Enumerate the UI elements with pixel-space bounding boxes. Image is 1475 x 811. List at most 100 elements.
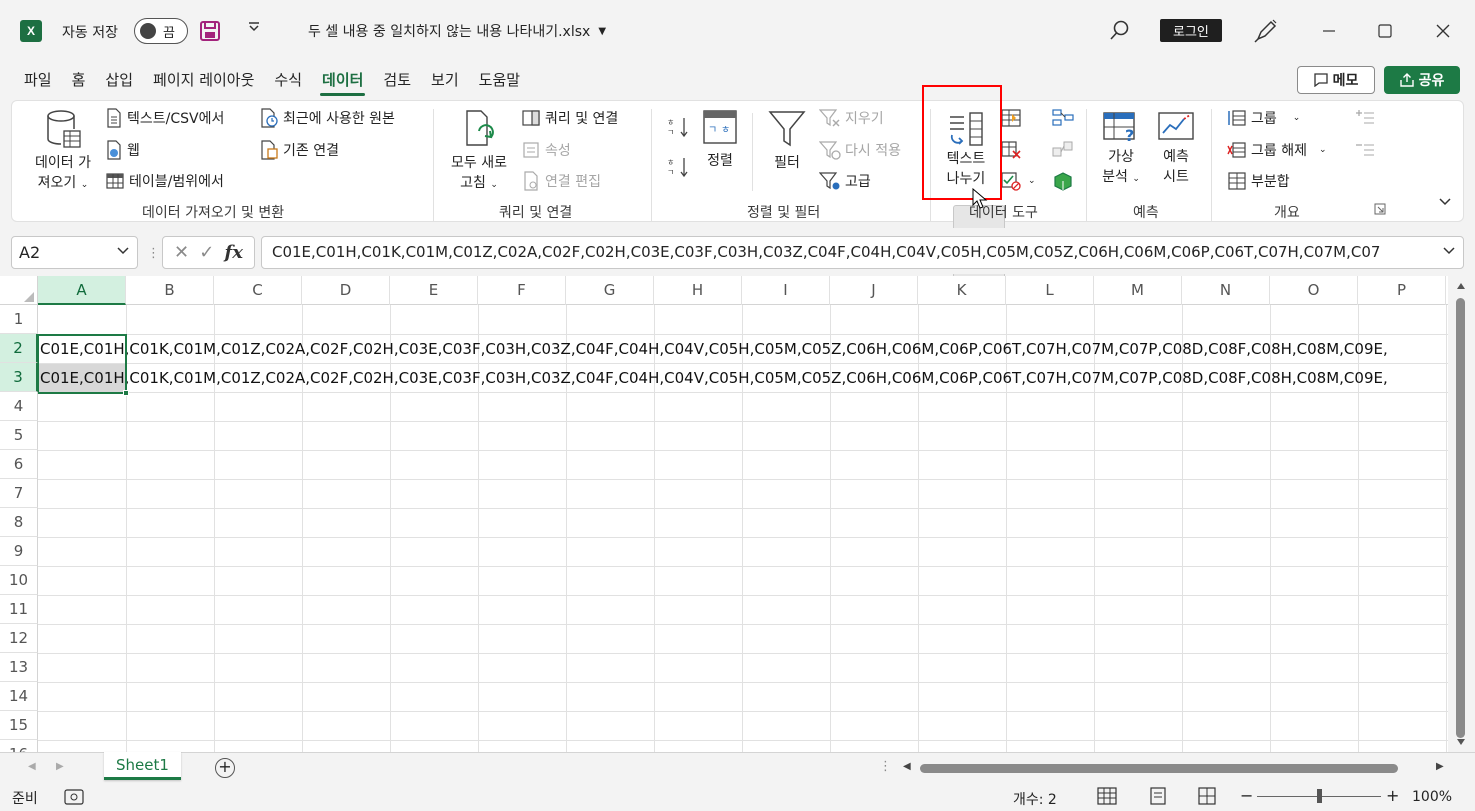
column-header-l[interactable]: L	[1006, 276, 1094, 305]
forecast-sheet-button[interactable]: 예측 시트	[1154, 109, 1198, 187]
existing-connections-button[interactable]: 기존 연결	[259, 140, 339, 160]
row-header-1[interactable]: 1	[0, 305, 38, 334]
cell-a2[interactable]: C01E,C01H,C01K,C01M,C01Z,C02A,C02F,C02H,…	[40, 335, 1388, 364]
memo-button[interactable]: 메모	[1297, 66, 1375, 94]
normal-view-icon[interactable]	[1097, 787, 1117, 805]
tab-page-layout[interactable]: 페이지 레이아웃	[143, 66, 264, 96]
column-header-d[interactable]: D	[302, 276, 390, 305]
queries-connections-button[interactable]: 쿼리 및 연결	[521, 108, 618, 128]
row-header-3[interactable]: 3	[0, 363, 38, 392]
row-header-16[interactable]: 16	[0, 740, 38, 752]
column-header-a[interactable]: A	[38, 276, 126, 305]
row-header-11[interactable]: 11	[0, 595, 38, 624]
row-header-6[interactable]: 6	[0, 450, 38, 479]
row-header-9[interactable]: 9	[0, 537, 38, 566]
name-box[interactable]: A2	[11, 236, 138, 269]
column-header-b[interactable]: B	[126, 276, 214, 305]
row-header-4[interactable]: 4	[0, 392, 38, 421]
get-data-button[interactable]: 데이터 가 져오기 ⌄	[28, 109, 98, 195]
expand-formula-icon[interactable]	[1439, 244, 1455, 258]
data-validation-button[interactable]: ⌄	[1000, 171, 1036, 191]
sort-button[interactable]: ㄱㅎ 정렬	[700, 109, 740, 171]
row-header-15[interactable]: 15	[0, 711, 38, 740]
column-header-j[interactable]: J	[830, 276, 918, 305]
tab-split-grip-icon[interactable]: ⋮	[879, 759, 892, 774]
tab-home[interactable]: 홈	[62, 66, 96, 96]
group-button[interactable]: 그룹 ⌄	[1227, 108, 1300, 128]
tab-data[interactable]: 데이터	[312, 66, 373, 96]
enter-check-icon[interactable]: ✓	[199, 242, 214, 263]
scroll-right-icon[interactable]: ▶	[1436, 761, 1444, 772]
row-header-7[interactable]: 7	[0, 479, 38, 508]
column-header-i[interactable]: I	[742, 276, 830, 305]
page-break-view-icon[interactable]	[1198, 787, 1216, 805]
sort-descending-button[interactable]: ㅎㄱ	[666, 155, 690, 179]
clear-filter-button[interactable]: 지우기	[819, 108, 884, 128]
accessibility-icon[interactable]	[64, 789, 84, 805]
relationships-button[interactable]	[1052, 140, 1074, 160]
horizontal-scroll-thumb[interactable]	[920, 764, 1398, 773]
formula-bar-grip-icon[interactable]: ⋮	[147, 246, 160, 261]
sheet-prev-icon[interactable]: ◀	[28, 761, 36, 772]
refresh-all-button[interactable]: 모두 새로 고침 ⌄	[442, 109, 516, 195]
tab-help[interactable]: 도움말	[469, 66, 530, 96]
formula-input[interactable]: C01E,C01H,C01K,C01M,C01Z,C02A,C02F,C02H,…	[261, 236, 1464, 269]
select-all-corner[interactable]	[0, 276, 38, 305]
row-header-8[interactable]: 8	[0, 508, 38, 537]
column-header-h[interactable]: H	[654, 276, 742, 305]
sort-ascending-button[interactable]: ㅎㄱ	[666, 115, 690, 139]
column-header-f[interactable]: F	[478, 276, 566, 305]
column-header-o[interactable]: O	[1270, 276, 1358, 305]
worksheet-grid[interactable]: ABCDEFGHIJKLMNOP C01E,C01H,C01K,C01M,C01…	[0, 276, 1475, 752]
tab-insert[interactable]: 삽입	[95, 66, 143, 96]
subtotal-button[interactable]: 부분합	[1227, 171, 1290, 191]
show-detail-button[interactable]	[1354, 108, 1376, 126]
text-csv-button[interactable]: 텍스트/CSV에서	[105, 108, 224, 128]
column-header-e[interactable]: E	[390, 276, 478, 305]
page-layout-view-icon[interactable]	[1149, 787, 1167, 805]
outline-dialog-launcher[interactable]	[1374, 203, 1386, 215]
search-icon[interactable]	[1108, 18, 1132, 42]
zoom-level[interactable]: 100%	[1412, 789, 1452, 805]
close-button[interactable]	[1428, 16, 1458, 46]
save-icon[interactable]	[199, 20, 221, 42]
quick-access-dropdown-icon[interactable]	[248, 22, 260, 32]
row-header-10[interactable]: 10	[0, 566, 38, 595]
tab-formulas[interactable]: 수식	[264, 66, 312, 96]
column-header-p[interactable]: P	[1358, 276, 1446, 305]
maximize-button[interactable]	[1370, 16, 1400, 46]
sheet-next-icon[interactable]: ▶	[56, 761, 64, 772]
share-button[interactable]: 공유	[1384, 66, 1460, 94]
chevron-down-icon[interactable]	[117, 244, 129, 258]
zoom-out-icon[interactable]: −	[1240, 786, 1253, 805]
cancel-icon[interactable]: ✕	[174, 242, 189, 263]
vertical-scrollbar[interactable]	[1448, 276, 1475, 752]
remove-duplicates-button[interactable]	[1000, 140, 1022, 160]
row-header-12[interactable]: 12	[0, 624, 38, 653]
vertical-scroll-thumb[interactable]	[1456, 298, 1465, 738]
column-header-n[interactable]: N	[1182, 276, 1270, 305]
fill-handle[interactable]	[123, 390, 129, 396]
properties-button[interactable]: 속성	[521, 140, 571, 160]
consolidate-button[interactable]	[1052, 108, 1074, 128]
web-button[interactable]: 웹	[105, 140, 140, 160]
table-range-button[interactable]: 테이블/범위에서	[105, 171, 224, 191]
column-header-m[interactable]: M	[1094, 276, 1182, 305]
what-if-analysis-button[interactable]: ? 가상 분석 ⌄	[1096, 109, 1146, 189]
filter-button[interactable]: 필터	[764, 109, 810, 173]
tab-file[interactable]: 파일	[14, 66, 62, 96]
insert-function-button[interactable]: fx	[224, 242, 242, 263]
file-title[interactable]: 두 셀 내용 중 일치하지 않는 내용 나타내기.xlsx ▼	[308, 21, 606, 41]
flash-fill-button[interactable]	[1000, 108, 1022, 128]
scroll-left-icon[interactable]: ◀	[903, 761, 911, 772]
column-header-g[interactable]: G	[566, 276, 654, 305]
row-header-2[interactable]: 2	[0, 334, 38, 363]
edit-links-button[interactable]: 연결 편집	[521, 171, 601, 191]
autosave-toggle[interactable]: 끔	[134, 18, 188, 44]
ungroup-button[interactable]: 그룹 해제 ⌄	[1227, 140, 1327, 160]
pen-icon[interactable]	[1253, 18, 1279, 44]
tab-review[interactable]: 검토	[373, 66, 421, 96]
hide-detail-button[interactable]	[1354, 140, 1376, 158]
column-header-c[interactable]: C	[214, 276, 302, 305]
recent-sources-button[interactable]: 최근에 사용한 원본	[259, 108, 395, 128]
